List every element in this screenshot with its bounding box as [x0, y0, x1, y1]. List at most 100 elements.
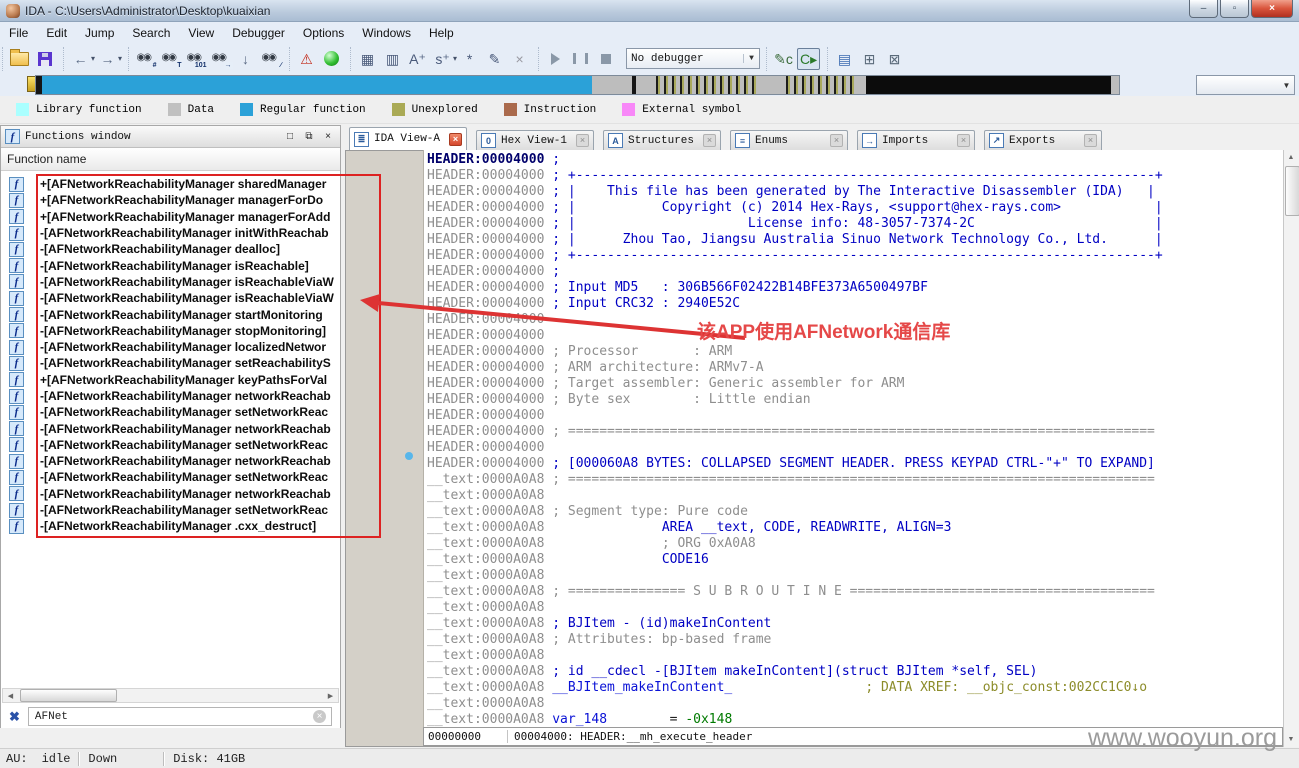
scroll-up-arrow[interactable]: ▲	[1284, 150, 1298, 165]
pause-process-button[interactable]	[569, 48, 592, 70]
disassembly-line[interactable]: HEADER:00004000 ; Byte sex : Little endi…	[424, 392, 1283, 408]
panel-float-button[interactable]: ⧉	[301, 129, 317, 144]
tab-close-icon[interactable]: ×	[957, 134, 970, 147]
menu-help[interactable]: Help	[420, 24, 463, 42]
scroll-left-arrow[interactable]: ◀	[3, 689, 18, 702]
clear-filter-icon[interactable]: ✖	[9, 709, 20, 725]
function-list-item[interactable]: f-[AFNetworkReachabilityManager startMon…	[1, 306, 340, 322]
disassembly-line[interactable]: __text:0000A0A8	[424, 600, 1283, 616]
function-list-item[interactable]: f-[AFNetworkReachabilityManager setNetwo…	[1, 469, 340, 485]
restore-button[interactable]: ▫	[1220, 0, 1249, 18]
minimize-button[interactable]: –	[1189, 0, 1218, 18]
open-file-button[interactable]	[8, 48, 31, 70]
functions-window-titlebar[interactable]: f Functions window □ ⧉ ×	[1, 126, 340, 148]
disassembly-line[interactable]: HEADER:00004000 ; +---------------------…	[424, 168, 1283, 184]
function-list-item[interactable]: f-[AFNetworkReachabilityManager networkR…	[1, 486, 340, 502]
tab-exports[interactable]: ↗Exports×	[984, 130, 1102, 150]
scrollbar-thumb[interactable]	[20, 689, 117, 702]
tab-close-icon[interactable]: ×	[1084, 134, 1097, 147]
menu-debugger[interactable]: Debugger	[223, 24, 294, 42]
tab-close-icon[interactable]: ×	[449, 133, 462, 146]
function-list-item[interactable]: f-[AFNetworkReachabilityManager setNetwo…	[1, 404, 340, 420]
menu-windows[interactable]: Windows	[353, 24, 420, 42]
function-filter-input[interactable]	[28, 707, 332, 726]
stop-process-button[interactable]	[594, 48, 617, 70]
disassembly-line[interactable]: __text:0000A0A8 ; =============== S U B …	[424, 584, 1283, 600]
disassembly-line[interactable]: __text:0000A0A8 ; ORG 0xA0A8	[424, 536, 1283, 552]
function-list-item[interactable]: f-[AFNetworkReachabilityManager .cxx_des…	[1, 518, 340, 534]
function-name-column-header[interactable]: Function name	[1, 148, 340, 171]
disassembly-line[interactable]: HEADER:00004000 ; Target assembler: Gene…	[424, 376, 1283, 392]
function-list-item[interactable]: f-[AFNetworkReachabilityManager networkR…	[1, 453, 340, 469]
function-list-item[interactable]: f-[AFNetworkReachabilityManager isReacha…	[1, 290, 340, 306]
function-list-item[interactable]: f-[AFNetworkReachabilityManager networkR…	[1, 388, 340, 404]
tab-close-icon[interactable]: ×	[703, 134, 716, 147]
function-list-item[interactable]: f+[AFNetworkReachabilityManager sharedMa…	[1, 176, 340, 192]
close-button[interactable]: ×	[1251, 0, 1293, 18]
disassembly-line[interactable]: HEADER:00004000 ; | License info: 48-305…	[424, 216, 1283, 232]
function-list-item[interactable]: f-[AFNetworkReachabilityManager initWith…	[1, 225, 340, 241]
disassembly-line[interactable]: HEADER:00004000 ; ARM architecture: ARMv…	[424, 360, 1283, 376]
disassembly-line[interactable]: __text:0000A0A8 ; Attributes: bp-based f…	[424, 632, 1283, 648]
search-again-button[interactable]: →	[209, 48, 232, 70]
problems-list-button[interactable]: ⚠	[295, 48, 318, 70]
search-sequence-button[interactable]: #	[134, 48, 157, 70]
disassembly-line[interactable]: __text:0000A0A8	[424, 568, 1283, 584]
tab-enums[interactable]: ≡Enums×	[730, 130, 848, 150]
jump-back-button[interactable]: ←	[69, 48, 92, 70]
disassembly-line[interactable]: __text:0000A0A8	[424, 648, 1283, 664]
undefine-button[interactable]: ×	[508, 48, 531, 70]
debugger-selector-combo[interactable]: No debugger▼	[626, 48, 760, 69]
tab-structures[interactable]: AStructures×	[603, 130, 721, 150]
start-process-button[interactable]	[544, 48, 567, 70]
tab-hex-view-1[interactable]: 0Hex View-1×	[476, 130, 594, 150]
scrollbar-thumb[interactable]	[1285, 166, 1299, 216]
clear-input-icon[interactable]: ×	[313, 710, 326, 723]
function-list-item[interactable]: f-[AFNetworkReachabilityManager setReach…	[1, 355, 340, 371]
menu-options[interactable]: Options	[294, 24, 353, 42]
scroll-down-arrow[interactable]: ▼	[1284, 732, 1298, 747]
disassembly-line[interactable]: HEADER:00004000 ; Input MD5 : 306B566F02…	[424, 280, 1283, 296]
navigation-band[interactable]	[35, 75, 1120, 95]
disassembly-line[interactable]: HEADER:00004000 ; ======================…	[424, 424, 1283, 440]
function-list-item[interactable]: f+[AFNetworkReachabilityManager managerF…	[1, 192, 340, 208]
jump-forward-button[interactable]: →	[96, 48, 119, 70]
panel-maximize-button[interactable]: □	[282, 129, 298, 144]
menu-view[interactable]: View	[179, 24, 223, 42]
save-file-button[interactable]	[33, 48, 56, 70]
disassembly-line[interactable]: __text:0000A0A8 AREA __text, CODE, READW…	[424, 520, 1283, 536]
disassembly-line[interactable]: HEADER:00004000 ;	[424, 264, 1283, 280]
disassembly-line[interactable]: HEADER:00004000 ;	[424, 152, 1283, 168]
disassembly-vertical-scrollbar[interactable]: ▲ ▼	[1283, 150, 1299, 747]
tab-imports[interactable]: →Imports×	[857, 130, 975, 150]
function-list-item[interactable]: f-[AFNetworkReachabilityManager localize…	[1, 339, 340, 355]
function-list-item[interactable]: f-[AFNetworkReachabilityManager isReacha…	[1, 257, 340, 273]
make-code-button[interactable]: ▦	[356, 48, 379, 70]
disassembly-line[interactable]: __text:0000A0A8 __BJItem_makeInContent_ …	[424, 680, 1283, 696]
disassembly-line[interactable]: __text:0000A0A8	[424, 488, 1283, 504]
disassembly-line[interactable]: __text:0000A0A8 ; id __cdecl -[BJItem ma…	[424, 664, 1283, 680]
disassembly-line[interactable]: __text:0000A0A8	[424, 696, 1283, 712]
disassembly-line[interactable]: HEADER:00004000 ; | This file has been g…	[424, 184, 1283, 200]
disassembly-line[interactable]: HEADER:00004000 ; | Zhou Tao, Jiangsu Au…	[424, 232, 1283, 248]
function-list-item[interactable]: f-[AFNetworkReachabilityManager stopMoni…	[1, 323, 340, 339]
select-compiler-button[interactable]: ✎c	[772, 48, 795, 70]
function-list-item[interactable]: f-[AFNetworkReachabilityManager isReacha…	[1, 274, 340, 290]
delete-breakpoint-button[interactable]: ⊠	[883, 48, 906, 70]
menu-jump[interactable]: Jump	[76, 24, 123, 42]
quick-debug-button[interactable]: C▸	[797, 48, 820, 70]
disassembly-line[interactable]: HEADER:00004000 ; | Copyright (c) 2014 H…	[424, 200, 1283, 216]
breakpoint-list-button[interactable]: ▤	[833, 48, 856, 70]
functions-horizontal-scrollbar[interactable]: ◀ ▶	[2, 688, 339, 703]
tab-close-icon[interactable]: ×	[576, 134, 589, 147]
tab-ida-view-a[interactable]: ≣IDA View-A×	[349, 127, 467, 150]
disassembly-line[interactable]: HEADER:00004000 ; [000060A8 BYTES: COLLA…	[424, 456, 1283, 472]
function-list-item[interactable]: f+[AFNetworkReachabilityManager managerF…	[1, 209, 340, 225]
function-list-item[interactable]: f+[AFNetworkReachabilityManager keyPaths…	[1, 372, 340, 388]
navigator-sphere-button[interactable]	[320, 48, 343, 70]
disassembly-line[interactable]: __text:0000A0A8 CODE16	[424, 552, 1283, 568]
disassembly-listing[interactable]: HEADER:00004000 ;HEADER:00004000 ; +----…	[423, 150, 1283, 727]
panel-close-button[interactable]: ×	[320, 129, 336, 144]
add-breakpoint-button[interactable]: ⊞	[858, 48, 881, 70]
disassembly-line[interactable]: __text:0000A0A8 ; ======================…	[424, 472, 1283, 488]
